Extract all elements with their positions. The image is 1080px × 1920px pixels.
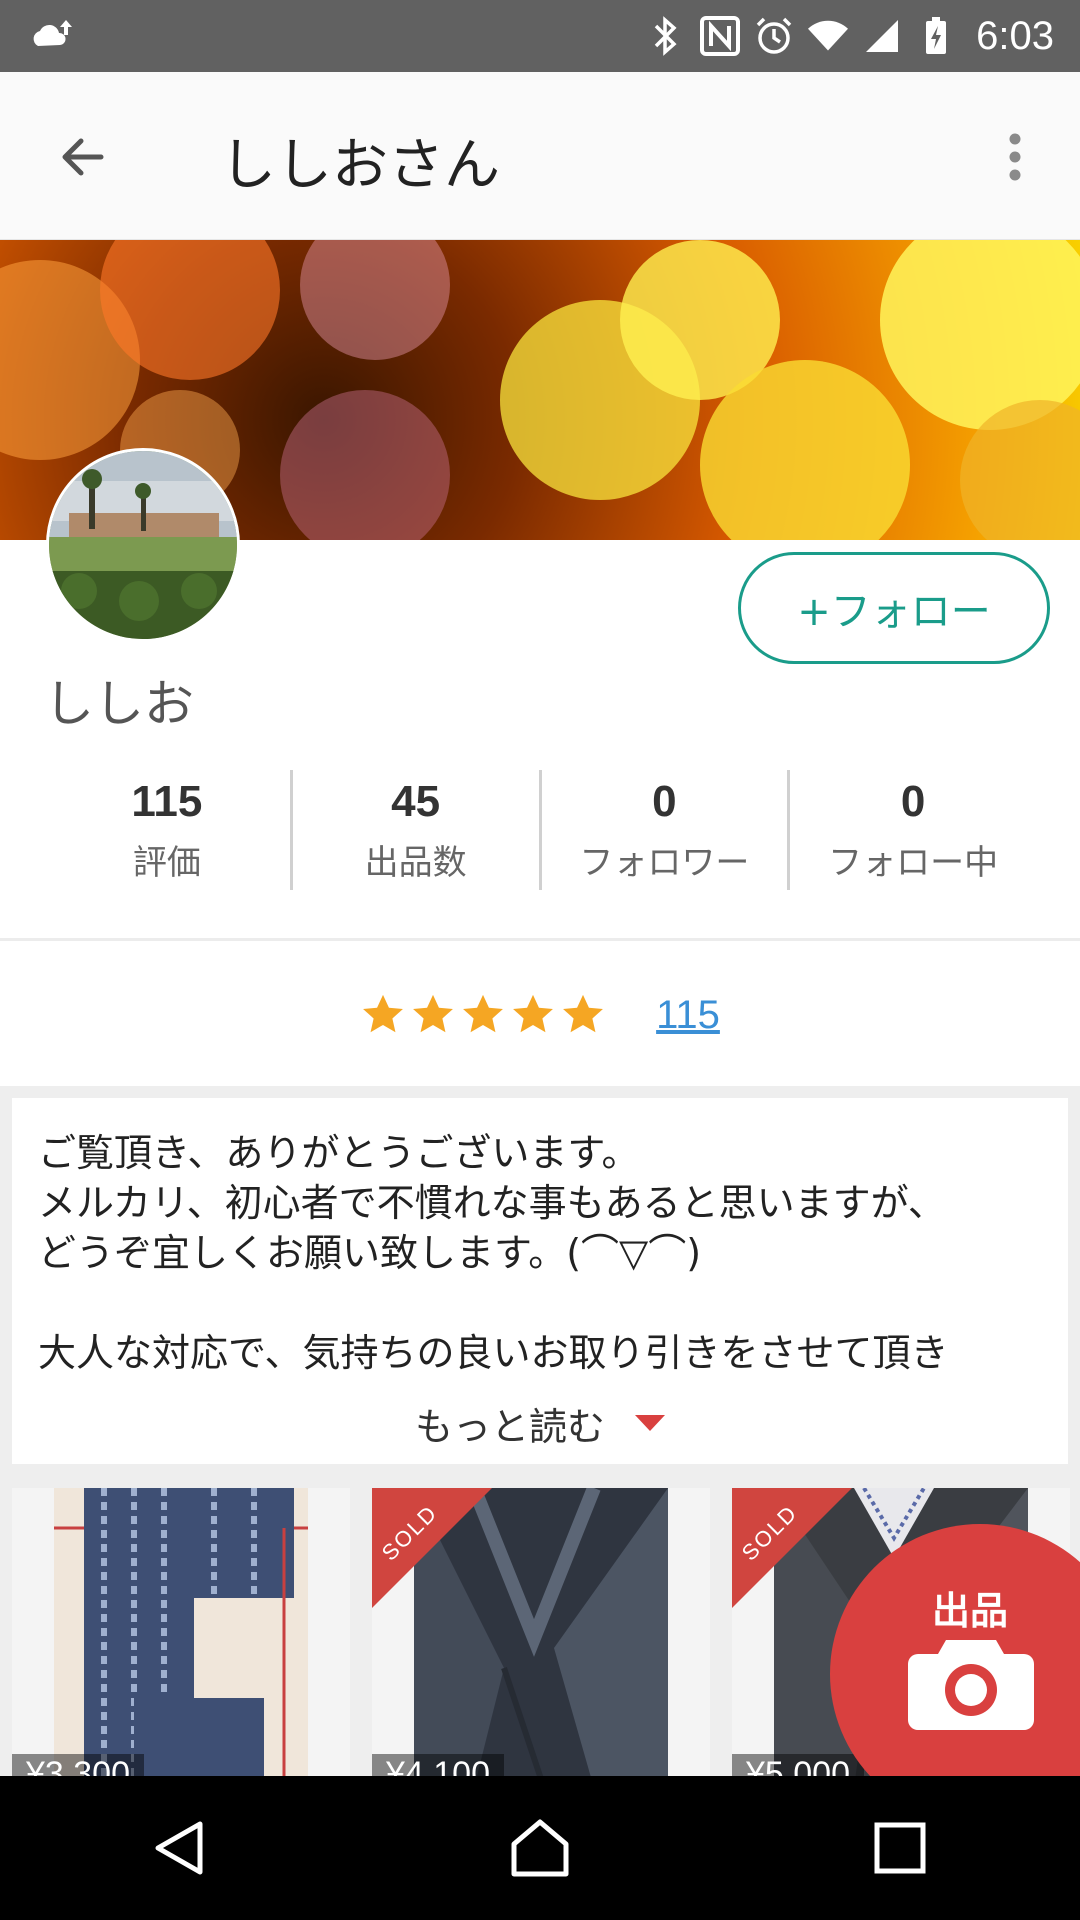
bio-line: どうぞ宜しくお願い致します。(⌒▽⌒) bbox=[38, 1231, 702, 1275]
username: ししお bbox=[44, 675, 194, 733]
back-triangle-icon[interactable] bbox=[135, 1803, 225, 1893]
signal-icon bbox=[862, 14, 902, 58]
star-icon bbox=[463, 994, 504, 1033]
stat-value: 0 bbox=[900, 776, 926, 826]
back-arrow-icon[interactable] bbox=[48, 122, 118, 192]
stats-bar: 115 評価 45 出品数 0 フォロワー 0 フォロー中 bbox=[44, 770, 1036, 890]
star-icon bbox=[363, 994, 404, 1033]
stat-label: フォロー中 bbox=[828, 842, 999, 883]
stat-listings[interactable]: 45 出品数 bbox=[293, 770, 542, 890]
stat-value: 0 bbox=[652, 776, 677, 826]
bio-line: ご覧頂き、ありがとうございます。 bbox=[38, 1131, 640, 1175]
recents-square-icon[interactable] bbox=[855, 1803, 945, 1893]
stat-value: 45 bbox=[391, 776, 441, 826]
app-bar: ししおさん bbox=[0, 72, 1080, 240]
bio-card: ご覧頂き、ありがとうございます。 メルカリ、初心者で不慣れな事もあると思いますが… bbox=[12, 1098, 1068, 1464]
bio-line: メルカリ、初心者で不慣れな事もあると思いますが、 bbox=[38, 1181, 946, 1225]
star-icon bbox=[513, 994, 554, 1033]
camera-icon bbox=[908, 1640, 1034, 1730]
sell-label: 出品 bbox=[932, 1589, 1009, 1633]
rating-row: 115 bbox=[0, 960, 1080, 1070]
stat-label: 出品数 bbox=[364, 842, 467, 883]
more-vert-icon[interactable] bbox=[980, 122, 1050, 192]
sold-badge: SOLD bbox=[732, 1488, 852, 1608]
divider bbox=[0, 938, 1080, 941]
alarm-icon bbox=[754, 14, 794, 58]
sold-badge: SOLD bbox=[372, 1488, 492, 1608]
stat-label: 評価 bbox=[132, 842, 201, 883]
follow-button[interactable]: +フォロー bbox=[738, 552, 1050, 664]
rating-count-link[interactable]: 115 bbox=[656, 993, 720, 1038]
star-icon bbox=[413, 994, 454, 1033]
read-more-button[interactable]: もっと読む bbox=[12, 1396, 1068, 1451]
page-title: ししおさん bbox=[220, 133, 500, 198]
stat-ratings[interactable]: 115 評価 bbox=[44, 770, 293, 890]
avatar[interactable] bbox=[46, 448, 240, 642]
product-card[interactable]: ¥3,300 bbox=[12, 1488, 350, 1788]
stat-label: フォロワー bbox=[579, 842, 750, 883]
home-icon[interactable] bbox=[495, 1803, 585, 1893]
stat-value: 115 bbox=[131, 776, 203, 826]
battery-charging-icon bbox=[916, 14, 956, 58]
star-rating bbox=[360, 992, 606, 1038]
stat-followers[interactable]: 0 フォロワー bbox=[542, 770, 791, 890]
wifi-icon bbox=[808, 14, 849, 58]
chevron-down-icon bbox=[635, 1414, 665, 1431]
star-icon bbox=[563, 994, 604, 1033]
product-image bbox=[54, 1488, 308, 1788]
stat-following[interactable]: 0 フォロー中 bbox=[790, 770, 1036, 890]
system-nav-bar bbox=[0, 1776, 1080, 1920]
nfc-icon bbox=[700, 14, 741, 58]
cloud-upload-icon bbox=[28, 16, 78, 56]
bluetooth-icon bbox=[646, 14, 686, 58]
bio-line: 大人な対応で、気持ちの良いお取り引きをさせて頂き bbox=[38, 1331, 949, 1375]
status-bar: 6:03 bbox=[0, 0, 1080, 72]
product-card[interactable]: SOLD ¥4,100 bbox=[372, 1488, 710, 1788]
read-more-label: もっと読む bbox=[414, 1405, 605, 1449]
status-time: 6:03 bbox=[976, 13, 1054, 58]
